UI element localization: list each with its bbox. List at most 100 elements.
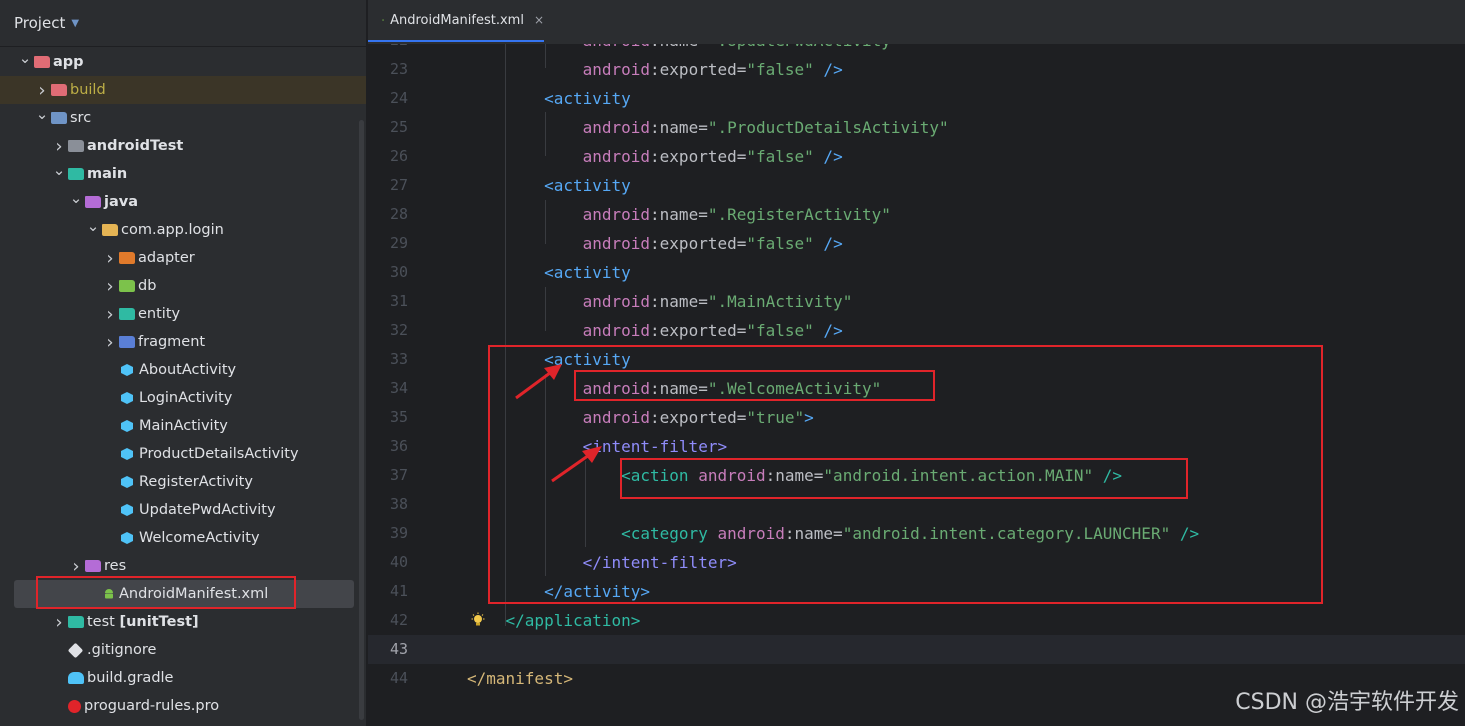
tree-item-label: .gitignore — [87, 642, 157, 658]
tree-item-label: src — [70, 110, 92, 126]
code-line[interactable]: 25 android:name=".ProductDetailsActivity… — [368, 113, 1465, 142]
chevron-down-icon[interactable]: ⌄ — [86, 217, 100, 235]
chevron-down-icon[interactable]: ⌄ — [69, 189, 83, 207]
tree-item[interactable]: ProductDetailsActivity — [0, 440, 366, 468]
tree-item[interactable]: proguard-rules.pro — [0, 692, 366, 720]
tree-item[interactable]: ⌄ java — [0, 188, 366, 216]
code-line[interactable]: 43 — [368, 635, 1465, 664]
code-line[interactable]: 27 <activity — [368, 171, 1465, 200]
line-number: 44 — [389, 669, 408, 687]
android-icon — [382, 19, 384, 21]
src-folder-icon — [51, 112, 67, 124]
tree-item-label: db — [138, 278, 157, 294]
tree-item[interactable]: AboutActivity — [0, 356, 366, 384]
tree-item[interactable]: › db — [0, 272, 366, 300]
tree-item[interactable]: MainActivity — [0, 412, 366, 440]
class-icon — [121, 532, 133, 544]
tree-item[interactable]: ⌄ com.app.login — [0, 216, 366, 244]
tab-androidmanifest[interactable]: AndroidManifest.xml × — [368, 0, 544, 42]
tree-item-label: adapter — [138, 250, 195, 266]
tree-item[interactable]: build.gradle — [0, 664, 366, 692]
tree-item-label: test [unitTest] — [87, 614, 199, 630]
tree-item[interactable]: UpdatePwdActivity — [0, 496, 366, 524]
chevron-right-icon[interactable]: › — [103, 332, 117, 353]
code-line[interactable]: 32 android:exported="false" /> — [368, 316, 1465, 345]
line-number: 30 — [389, 263, 408, 281]
chevron-right-icon[interactable]: › — [103, 248, 117, 269]
chevron-down-icon[interactable]: ⌄ — [52, 161, 66, 179]
tree-item[interactable]: › fragment — [0, 328, 366, 356]
tree-item-label: build.gradle — [87, 670, 174, 686]
class-icon — [121, 392, 133, 404]
project-view-selector[interactable]: Project ▼ — [0, 0, 366, 47]
tree-item-label: MainActivity — [139, 418, 228, 434]
code-text: android:exported="false" /> — [467, 60, 843, 79]
code-text: android:name=".UpdatePwdActivity" — [467, 44, 901, 55]
close-icon[interactable]: × — [534, 13, 544, 27]
tree-item[interactable]: RegisterActivity — [0, 468, 366, 496]
code-line[interactable]: 23 android:exported="false" /> — [368, 55, 1465, 84]
tree-item[interactable]: WelcomeActivity — [0, 524, 366, 552]
line-number: 22 — [368, 44, 408, 55]
code-line[interactable]: 29 android:exported="false" /> — [368, 229, 1465, 258]
package-icon — [119, 280, 135, 292]
annotation-box-main-action — [620, 458, 1188, 499]
class-icon — [121, 448, 133, 460]
package-icon — [102, 224, 118, 236]
tree-item-label: fragment — [138, 334, 206, 350]
line-number: 40 — [389, 553, 408, 571]
tree-item[interactable]: › build — [0, 76, 366, 104]
tree-item-label: build — [70, 82, 106, 98]
chevron-right-icon[interactable]: › — [103, 304, 117, 325]
project-panel: Project ▼ ⌄ app › build ⌄ src › androidTest ⌄ mai… — [0, 0, 366, 726]
code-text: android:name=".RegisterActivity" — [467, 205, 891, 224]
tree-item[interactable]: ⌄ app — [0, 48, 366, 76]
line-number: 25 — [389, 118, 408, 136]
chevron-down-icon[interactable]: ⌄ — [18, 49, 32, 67]
class-icon — [121, 476, 133, 488]
code-line[interactable]: 31 android:name=".MainActivity" — [368, 287, 1465, 316]
code-line[interactable]: 26 android:exported="false" /> — [368, 142, 1465, 171]
project-scrollbar[interactable] — [359, 120, 364, 720]
code-line[interactable]: 24 <activity — [368, 84, 1465, 113]
test-folder-icon — [68, 616, 84, 628]
line-number: 34 — [389, 379, 408, 397]
project-view-title: Project — [14, 14, 66, 32]
tree-item[interactable]: .gitignore — [0, 636, 366, 664]
code-line[interactable]: 22 android:name=".UpdatePwdActivity" — [368, 44, 1465, 55]
res-folder-icon — [85, 560, 101, 572]
tree-item[interactable]: › test [unitTest] — [0, 608, 366, 636]
code-line[interactable]: 30 <activity — [368, 258, 1465, 287]
line-number: 42 — [389, 611, 408, 629]
code-text: android:exported="false" /> — [467, 147, 843, 166]
tree-item[interactable]: ⌄ src — [0, 104, 366, 132]
proguard-icon — [68, 699, 81, 713]
tree-item[interactable]: ⌄ main — [0, 160, 366, 188]
code-text: android:exported="false" /> — [467, 234, 843, 253]
code-line[interactable]: 42 </application> — [368, 606, 1465, 635]
source-set-tag: [unitTest] — [119, 614, 199, 630]
chevron-right-icon[interactable]: › — [69, 556, 83, 577]
tree-item-label: WelcomeActivity — [139, 530, 260, 546]
code-text: android:exported="false" /> — [467, 321, 843, 340]
tree-item-label: ProductDetailsActivity — [139, 446, 299, 462]
chevron-right-icon[interactable]: › — [52, 612, 66, 633]
tree-item-label: LoginActivity — [139, 390, 233, 406]
tree-item[interactable]: LoginActivity — [0, 384, 366, 412]
chevron-down-icon[interactable]: ▼ — [71, 18, 79, 29]
chevron-right-icon[interactable]: › — [52, 136, 66, 157]
code-line[interactable]: 28 android:name=".RegisterActivity" — [368, 200, 1465, 229]
code-text: <activity — [467, 263, 631, 282]
tree-item-label: main — [87, 166, 128, 182]
tree-item[interactable]: › entity — [0, 300, 366, 328]
chevron-right-icon[interactable]: › — [35, 80, 49, 101]
tree-item[interactable]: › androidTest — [0, 132, 366, 160]
chevron-down-icon[interactable]: ⌄ — [35, 105, 49, 123]
folder-icon — [51, 84, 67, 96]
lightbulb-icon[interactable] — [470, 612, 486, 628]
watermark: CSDN @浩宇软件开发 — [1235, 690, 1459, 715]
tree-item[interactable]: › adapter — [0, 244, 366, 272]
tree-item-label: app — [53, 54, 84, 70]
indent-guide — [545, 200, 546, 244]
chevron-right-icon[interactable]: › — [103, 276, 117, 297]
